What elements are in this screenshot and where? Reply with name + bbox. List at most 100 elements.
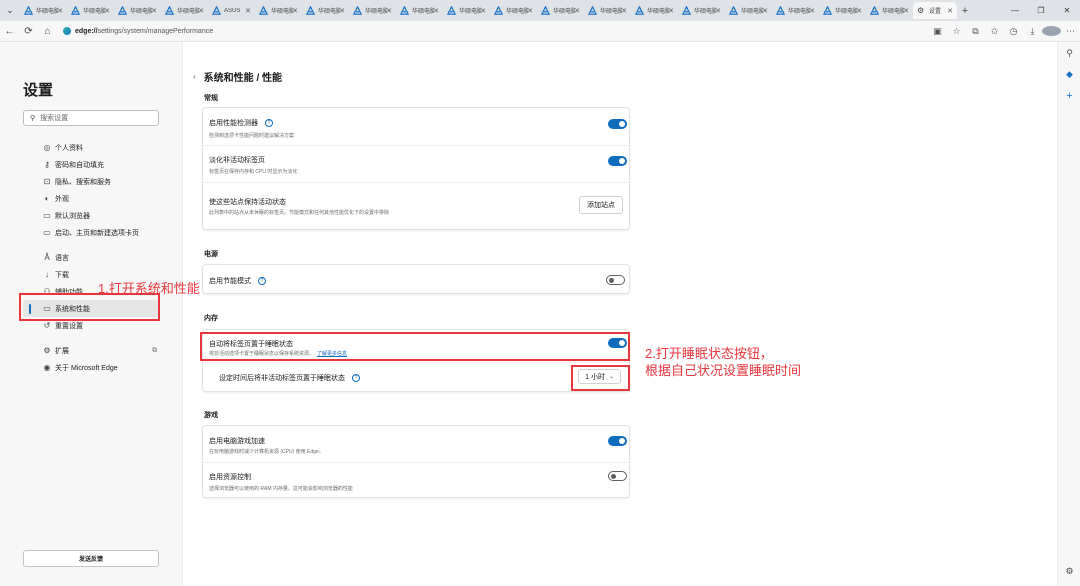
fade-sleeping-toggle[interactable] — [608, 156, 627, 166]
restore-icon[interactable]: ❐ — [1028, 6, 1054, 15]
sidebar-item-default-browser[interactable]: ▭ 默认浏览器 — [0, 207, 183, 224]
close-icon[interactable]: ✕ — [104, 7, 110, 15]
close-icon[interactable]: ✕ — [245, 7, 251, 15]
search-icon[interactable]: ⚲ — [1063, 48, 1076, 59]
asus-logo-icon — [118, 6, 127, 15]
asus-logo-icon — [447, 6, 456, 15]
asus-logo-icon — [353, 6, 362, 15]
tab[interactable]: 华硕电脑 ✕ — [678, 2, 725, 19]
close-icon[interactable]: ✕ — [856, 7, 862, 15]
tab[interactable]: 华硕电脑 ✕ — [725, 2, 772, 19]
tab[interactable]: 华硕电脑 ✕ — [490, 2, 537, 19]
minimize-icon[interactable]: — — [1002, 6, 1028, 15]
tab-settings[interactable]: ⚙ 设置 ✕ — [913, 2, 957, 19]
search-input[interactable]: ⚲ 搜索设置 — [23, 110, 159, 126]
help-icon[interactable]: ? — [352, 374, 360, 382]
sidebar-item-profiles[interactable]: ◎ 个人资料 — [0, 139, 183, 156]
sidebar-item-start-home[interactable]: ▭ 启动、主页和新建选项卡页 — [0, 224, 183, 241]
tab[interactable]: 华硕电脑 ✕ — [772, 2, 819, 19]
close-icon[interactable]: ✕ — [903, 7, 909, 15]
tab[interactable]: 华硕电脑 ✕ — [302, 2, 349, 19]
send-feedback-button[interactable]: 发送反馈 — [23, 550, 159, 567]
close-icon[interactable]: ✕ — [198, 7, 204, 15]
favorites-icon[interactable]: ✩ — [985, 26, 1004, 37]
close-icon[interactable]: ✕ — [947, 7, 953, 15]
tab[interactable]: 华硕电脑 ✕ — [866, 2, 913, 19]
help-icon[interactable]: ? — [265, 119, 273, 127]
sidebar-item-appearance[interactable]: ◐ 外观 — [0, 190, 183, 207]
tab-label: 华硕电脑 — [36, 9, 58, 15]
close-icon[interactable]: ✕ — [292, 7, 298, 15]
tab-label: 华硕电脑 — [365, 9, 387, 15]
sidebar-item-passwords[interactable]: ⚷ 密码和自动填充 — [0, 156, 183, 173]
read-aloud-icon[interactable]: ▣ — [928, 26, 947, 37]
close-icon[interactable]: ✕ — [809, 7, 815, 15]
tab[interactable]: ASUS ✕ — [208, 2, 255, 19]
gear-icon: ⚙ — [917, 6, 925, 15]
close-icon[interactable]: ✕ — [527, 7, 533, 15]
pc-gaming-toggle[interactable] — [608, 436, 627, 446]
sidebar-item-languages[interactable]: Å 语言 — [0, 249, 183, 266]
tab-label: 华硕电脑 — [271, 9, 293, 15]
close-icon[interactable]: ✕ — [480, 7, 486, 15]
tab[interactable]: 华硕电脑 ✕ — [396, 2, 443, 19]
close-icon[interactable]: ✕ — [433, 7, 439, 15]
favorite-star-icon[interactable]: ☆ — [947, 26, 966, 37]
copilot-icon[interactable]: ◆ — [1063, 69, 1076, 80]
close-icon[interactable]: ✕ — [668, 7, 674, 15]
close-icon[interactable]: ✕ — [621, 7, 627, 15]
sidebar-item-extensions[interactable]: ⚙ 扩展 ⧉ — [0, 342, 183, 359]
efficiency-mode-toggle[interactable] — [606, 275, 625, 285]
tab[interactable]: 华硕电脑 ✕ — [161, 2, 208, 19]
tab[interactable]: 华硕电脑 ✕ — [537, 2, 584, 19]
close-icon[interactable]: ✕ — [57, 7, 63, 15]
setting-desc: 选择浏览器可以使用的 RAM 内存量。这可能会影响浏览器的性能 — [209, 486, 353, 492]
window-close-icon[interactable]: ✕ — [1054, 6, 1080, 15]
close-icon[interactable]: ✕ — [151, 7, 157, 15]
tab[interactable]: 华硕电脑 ✕ — [631, 2, 678, 19]
sidebar-item-privacy[interactable]: ⊡ 隐私、搜索和服务 — [0, 173, 183, 190]
sidebar-item-about[interactable]: ◉ 关于 Microsoft Edge — [0, 359, 183, 376]
home-icon: ▭ — [43, 228, 51, 237]
close-icon[interactable]: ✕ — [386, 7, 392, 15]
refresh-icon[interactable]: ⟳ — [19, 26, 38, 37]
tab[interactable]: 华硕电脑 ✕ — [114, 2, 161, 19]
more-icon[interactable]: ⋯ — [1061, 26, 1080, 37]
extension-icon: ⚙ — [43, 346, 51, 355]
annotation-step-2-line2: 根据自己状况设置睡眠时间 — [645, 363, 802, 378]
tab[interactable]: 华硕电脑 ✕ — [20, 2, 67, 19]
new-tab-button[interactable]: + — [957, 5, 973, 17]
history-icon[interactable]: ◷ — [1004, 26, 1023, 37]
reset-icon: ↺ — [43, 321, 51, 330]
tab[interactable]: 华硕电脑 ✕ — [443, 2, 490, 19]
close-icon[interactable]: ✕ — [762, 7, 768, 15]
extensions-icon[interactable]: ⧉ — [966, 26, 985, 37]
tab[interactable]: 华硕电脑 ✕ — [349, 2, 396, 19]
edge-sidebar: ⚲ ◆ + ⚙ — [1057, 42, 1080, 586]
close-icon[interactable]: ✕ — [574, 7, 580, 15]
tab[interactable]: 华硕电脑 ✕ — [584, 2, 631, 19]
gear-icon[interactable]: ⚙ — [1063, 566, 1076, 577]
url-scheme: edge:// — [75, 27, 98, 35]
resource-controls-toggle[interactable] — [608, 471, 627, 481]
downloads-icon[interactable]: ⤓ — [1023, 26, 1042, 37]
avatar[interactable] — [1042, 25, 1061, 38]
close-icon[interactable]: ✕ — [715, 7, 721, 15]
back-chevron-icon[interactable]: ‹ — [193, 72, 196, 81]
setting-fade-sleeping: 淡化非活动标签页 标签页在保存内存和 CPU 时显示为淡化 — [203, 145, 631, 182]
add-site-button[interactable]: 添加站点 — [579, 196, 623, 214]
back-icon[interactable]: ← — [0, 26, 19, 37]
add-icon[interactable]: + — [1063, 90, 1076, 102]
address-bar[interactable]: edge:// settings/system/managePerformanc… — [63, 27, 903, 35]
tab-actions-chevron-icon[interactable]: ⌄ — [0, 0, 20, 21]
tab[interactable]: 华硕电脑 ✕ — [67, 2, 114, 19]
setting-title: 启用资源控制 — [209, 474, 251, 481]
home-icon[interactable]: ⌂ — [38, 26, 57, 37]
card-gaming: 启用电脑游戏加速 在玩电脑游戏时减少计算机资源 (CPU) 使用 Edge。 启… — [202, 425, 630, 498]
close-icon[interactable]: ✕ — [339, 7, 345, 15]
perf-detector-toggle[interactable] — [608, 119, 627, 129]
help-icon[interactable]: ? — [258, 277, 266, 285]
setting-sleep-after: 设定时间后将非活动标签页置于睡眠状态 ? 1 小时 ⌄ — [203, 362, 631, 393]
tab[interactable]: 华硕电脑 ✕ — [819, 2, 866, 19]
tab[interactable]: 华硕电脑 ✕ — [255, 2, 302, 19]
